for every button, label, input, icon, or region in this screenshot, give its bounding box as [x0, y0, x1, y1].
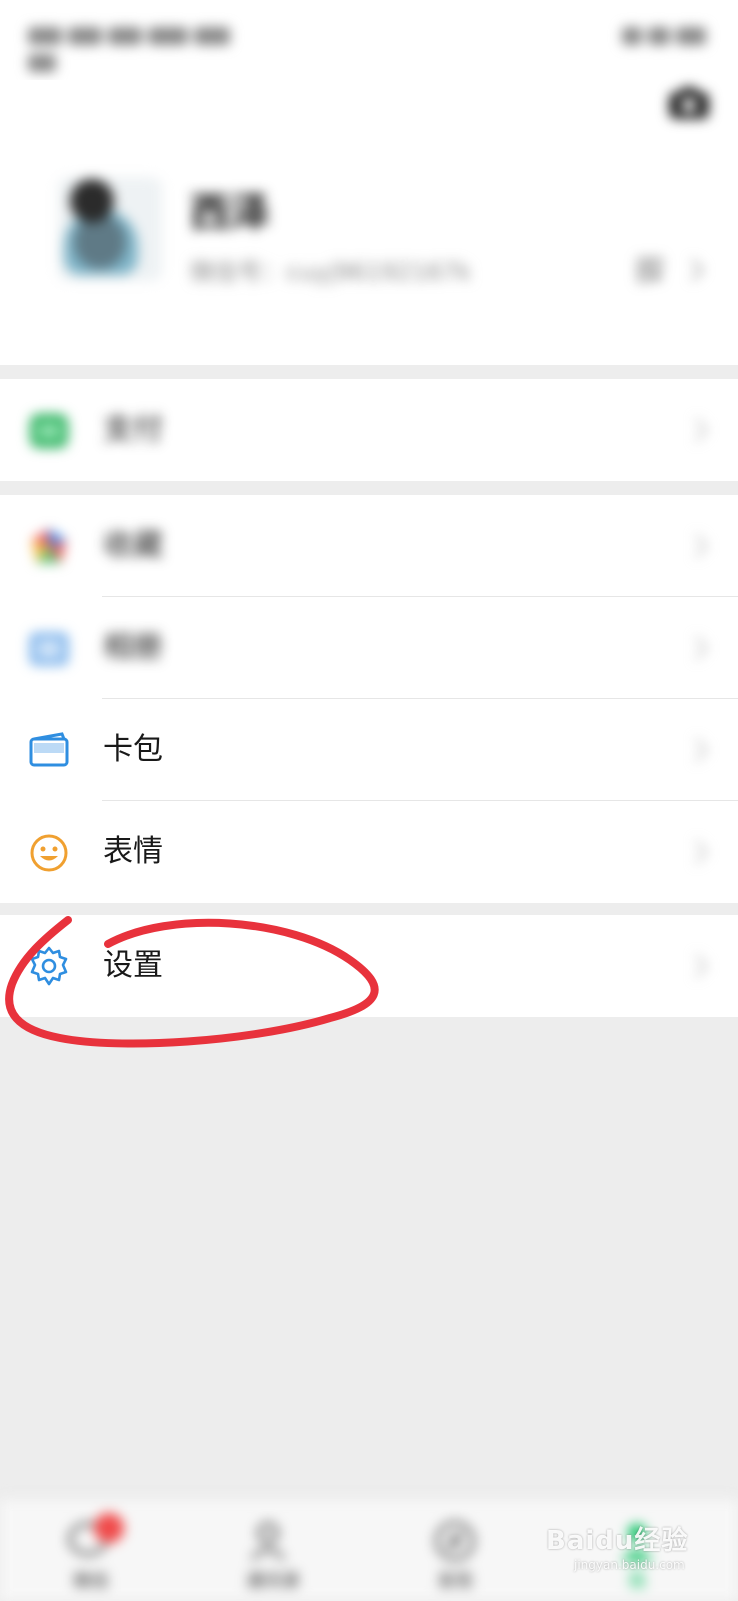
qr-code-icon[interactable]: [638, 258, 662, 282]
tab-label: 通讯录: [246, 1571, 300, 1592]
wechat-id: 微信号：cuyj96192167k: [190, 258, 472, 286]
watermark-text: Baidu经验: [546, 1526, 689, 1556]
favorites-icon: [32, 529, 66, 563]
menu-item-label: 卡包: [103, 732, 163, 767]
menu-item-stickers[interactable]: 表情: [0, 801, 738, 903]
menu-item-label: 设置: [103, 948, 163, 983]
status-bar-left: [28, 22, 264, 72]
tab-label: 发现: [437, 1571, 473, 1592]
menu-item-album[interactable]: 相册: [0, 597, 738, 699]
menu-item-label: 相册: [103, 630, 163, 665]
album-icon: [30, 633, 68, 665]
pay-icon: [30, 414, 68, 448]
card-wallet-icon: [29, 732, 69, 767]
menu-group-settings: 设置: [0, 915, 738, 1017]
unread-badge: [94, 1513, 124, 1543]
contacts-icon: [250, 1522, 286, 1561]
tab-chats[interactable]: 微信: [36, 1509, 146, 1595]
camera-icon[interactable]: [668, 86, 710, 120]
chevron-right-icon: [691, 259, 704, 281]
profile-nickname: 西泽: [190, 190, 270, 236]
chevron-right-icon: [695, 418, 708, 442]
smiley-icon: [30, 834, 68, 872]
watermark: Baidu经验 jingyan.baidu.com: [546, 1520, 706, 1582]
menu-item-settings[interactable]: 设置: [0, 915, 738, 1017]
chevron-right-icon: [695, 738, 708, 762]
watermark-url: jingyan.baidu.com: [574, 1558, 685, 1572]
chevron-right-icon: [695, 954, 708, 978]
gear-icon: [30, 946, 68, 986]
menu-item-cards[interactable]: 卡包: [0, 699, 738, 801]
menu-group-main: 收藏 相册 卡包 表情: [0, 495, 738, 903]
tab-discover[interactable]: 发现: [400, 1509, 510, 1595]
menu-item-pay[interactable]: 支付: [0, 379, 738, 481]
menu-item-label: 收藏: [103, 528, 163, 563]
discover-icon: [435, 1521, 475, 1561]
tab-contacts[interactable]: 通讯录: [218, 1509, 328, 1595]
status-bar-right: [616, 22, 708, 50]
avatar[interactable]: [58, 177, 162, 281]
menu-item-label: 表情: [103, 834, 163, 869]
chevron-right-icon: [695, 840, 708, 864]
menu-group-pay: 支付: [0, 379, 738, 481]
menu-item-label: 支付: [103, 412, 163, 447]
tab-label: 微信: [73, 1571, 109, 1592]
status-bar: [0, 0, 738, 80]
chevron-right-icon: [695, 534, 708, 558]
menu-item-favorites[interactable]: 收藏: [0, 495, 738, 597]
profile-header[interactable]: 西泽 微信号：cuyj96192167k: [0, 80, 738, 365]
chevron-right-icon: [695, 636, 708, 660]
